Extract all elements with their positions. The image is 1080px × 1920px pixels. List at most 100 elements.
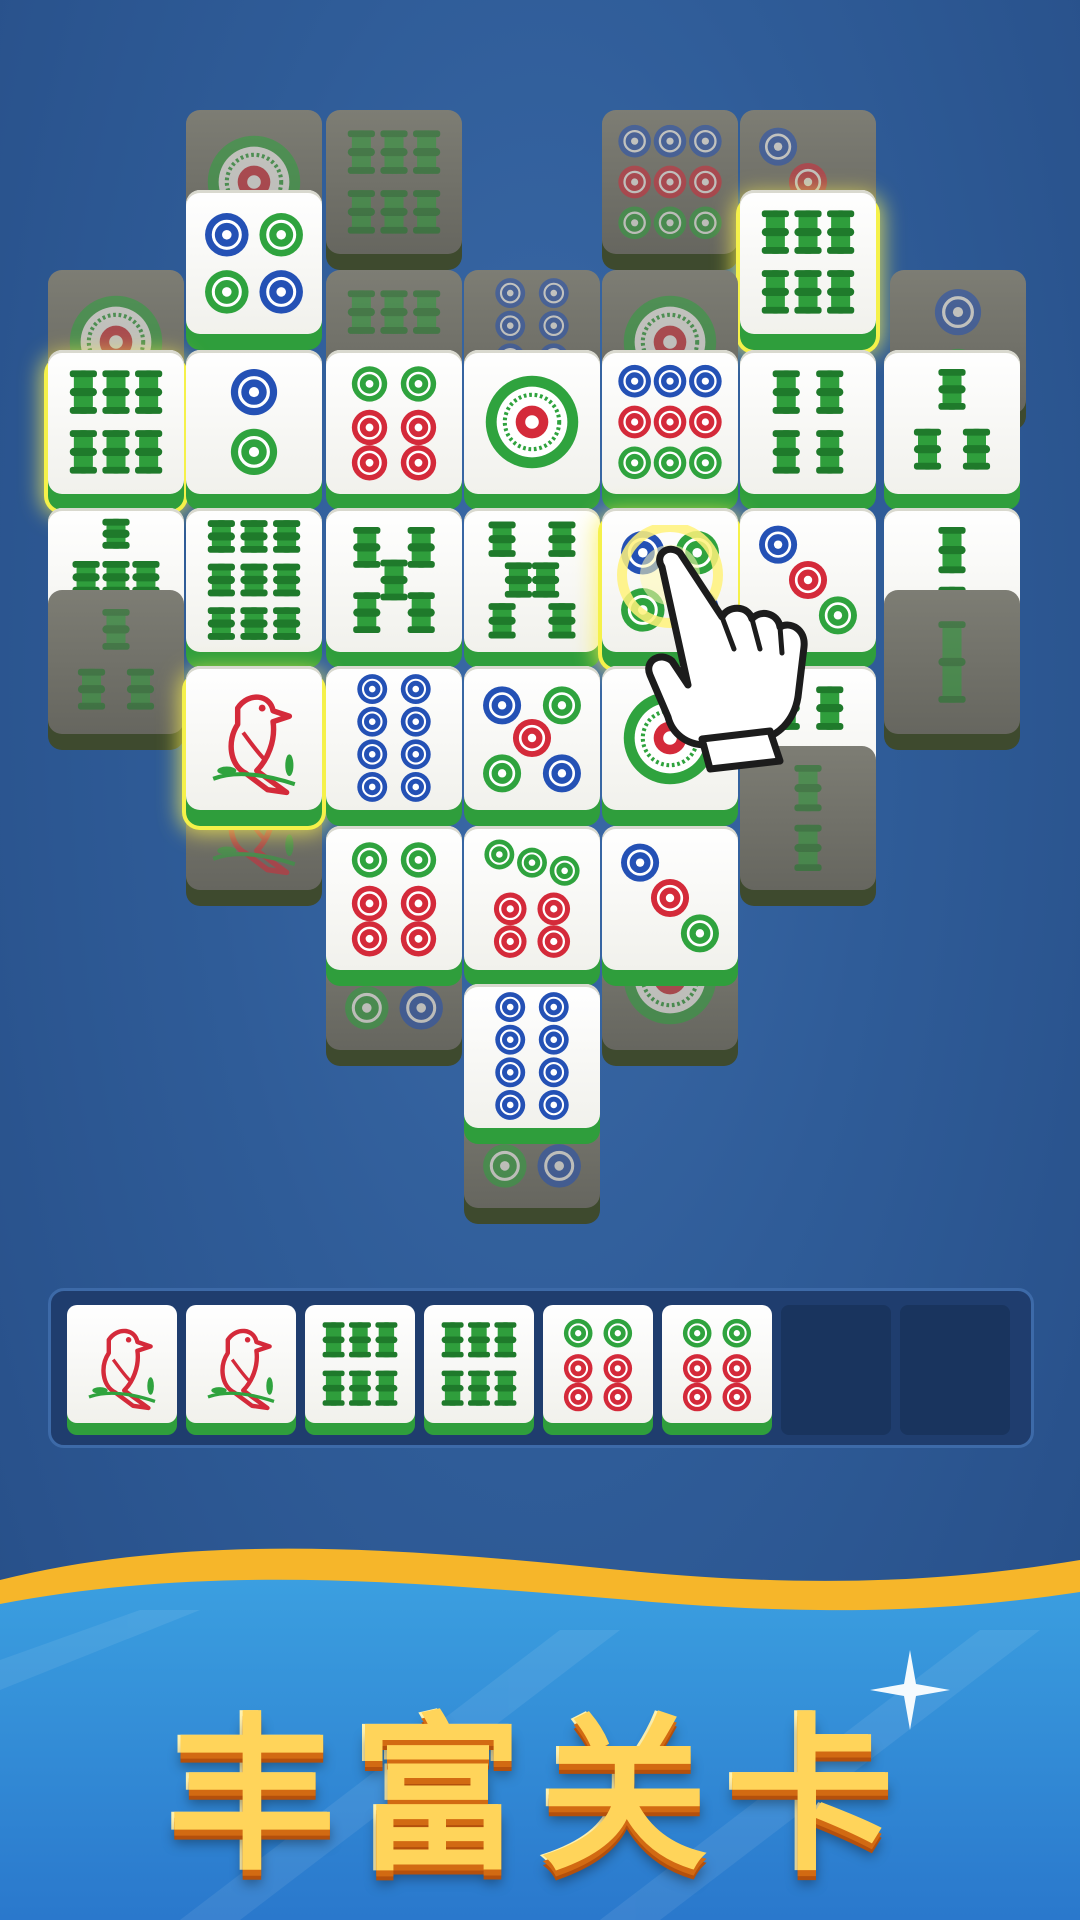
circle-suit-icon (484, 839, 580, 958)
tile-face (186, 666, 322, 810)
tile-board (0, 0, 1080, 1230)
tile-face (67, 1305, 177, 1423)
tile-face (543, 1305, 653, 1423)
circle-suit-icon (682, 1318, 752, 1412)
tile-face (662, 1305, 772, 1423)
bamboo-suit-icon (353, 526, 435, 634)
circle-suit-icon (623, 691, 717, 785)
tile-1-dot[interactable] (464, 350, 600, 510)
tray-tile-6-dot (543, 1305, 653, 1435)
tray-tile-6-bamboo (424, 1305, 534, 1435)
tile-6-dot[interactable] (326, 350, 462, 510)
bamboo-suit-icon (347, 130, 441, 234)
circle-suit-icon (621, 531, 719, 632)
tile-face (464, 508, 600, 652)
empty-tray-slot (781, 1305, 891, 1435)
tile-face (186, 508, 322, 652)
banner-title: 丰富关卡 (168, 1698, 912, 1894)
tile-6-bamboo[interactable] (48, 350, 184, 510)
bird-icon (207, 1328, 275, 1411)
circle-suit-icon (351, 842, 437, 957)
circle-suit-icon (618, 124, 722, 240)
tile-face (48, 350, 184, 494)
tile-face (186, 350, 322, 494)
tile-5-dot[interactable] (464, 666, 600, 826)
tile-face (424, 1305, 534, 1423)
tile-2-bamboo (740, 746, 876, 906)
tile-face (740, 746, 876, 890)
tile-1-bamboo (884, 590, 1020, 750)
tile-3-dot[interactable] (740, 508, 876, 668)
tile-face (602, 826, 738, 970)
tile-7-dot[interactable] (464, 826, 600, 986)
tile-9-dot[interactable] (602, 350, 738, 510)
tile-face (602, 508, 738, 652)
tile-face (884, 350, 1020, 494)
circle-suit-icon (357, 674, 431, 802)
circle-suit-icon (618, 364, 722, 480)
tile-face (326, 110, 462, 254)
circle-suit-icon (495, 992, 569, 1120)
tile-tray (48, 1288, 1034, 1448)
tile-face (464, 666, 600, 810)
tile-3-bamboo (48, 590, 184, 750)
tile-face (464, 350, 600, 494)
circle-suit-icon (205, 213, 303, 314)
tile-face (186, 1305, 296, 1423)
tile-9-dot (602, 110, 738, 270)
tile-3-dot[interactable] (602, 826, 738, 986)
bamboo-suit-icon (441, 1322, 517, 1406)
tile-face (326, 666, 462, 810)
tile-face (602, 350, 738, 494)
tile-8-dot[interactable] (326, 666, 462, 826)
tile-face (48, 590, 184, 734)
tile-face (305, 1305, 415, 1423)
bamboo-suit-icon (794, 764, 822, 872)
circle-suit-icon (230, 368, 278, 476)
bamboo-suit-icon (322, 1322, 398, 1406)
empty-tray-slot (900, 1305, 1010, 1435)
bamboo-suit-icon (69, 370, 163, 474)
tile-face (740, 350, 876, 494)
tile-face (884, 590, 1020, 734)
tile-3-bamboo[interactable] (884, 350, 1020, 510)
circle-suit-icon (759, 525, 857, 635)
tile-4-bamboo[interactable] (740, 350, 876, 510)
bamboo-suit-icon (77, 608, 155, 710)
bird-icon (212, 694, 296, 796)
tile-8-bamboo[interactable] (464, 508, 600, 668)
tile-1-dot[interactable] (602, 666, 738, 826)
tile-4-dot[interactable] (602, 508, 738, 668)
tile-2-dot[interactable] (186, 350, 322, 510)
tile-face (740, 190, 876, 334)
circle-suit-icon (563, 1318, 633, 1412)
tray-tile-bird (186, 1305, 296, 1435)
bamboo-suit-icon (913, 368, 991, 470)
bamboo-suit-icon (761, 210, 855, 314)
circle-suit-icon (485, 375, 579, 469)
tile-face (602, 666, 738, 810)
bamboo-suit-icon (207, 520, 301, 640)
bamboo-suit-icon (772, 370, 844, 474)
tile-5-bamboo[interactable] (326, 508, 462, 668)
tile-bird[interactable] (186, 666, 322, 826)
tile-6-dot[interactable] (326, 826, 462, 986)
bird-icon (88, 1328, 156, 1411)
bamboo-suit-icon (938, 621, 966, 703)
tray-tile-6-dot (662, 1305, 772, 1435)
tray-tile-bird (67, 1305, 177, 1435)
tile-6-bamboo[interactable] (740, 190, 876, 350)
tile-8-dot[interactable] (464, 984, 600, 1144)
tile-9-bamboo[interactable] (186, 508, 322, 668)
tray-tile-6-bamboo (305, 1305, 415, 1435)
tile-face (740, 508, 876, 652)
tile-6-bamboo (326, 110, 462, 270)
tile-face (326, 350, 462, 494)
bamboo-suit-icon (488, 521, 576, 639)
circle-suit-icon (351, 366, 437, 481)
tile-face (464, 984, 600, 1128)
tile-face (326, 508, 462, 652)
tile-face (464, 826, 600, 970)
tile-face (326, 826, 462, 970)
tile-4-dot[interactable] (186, 190, 322, 350)
